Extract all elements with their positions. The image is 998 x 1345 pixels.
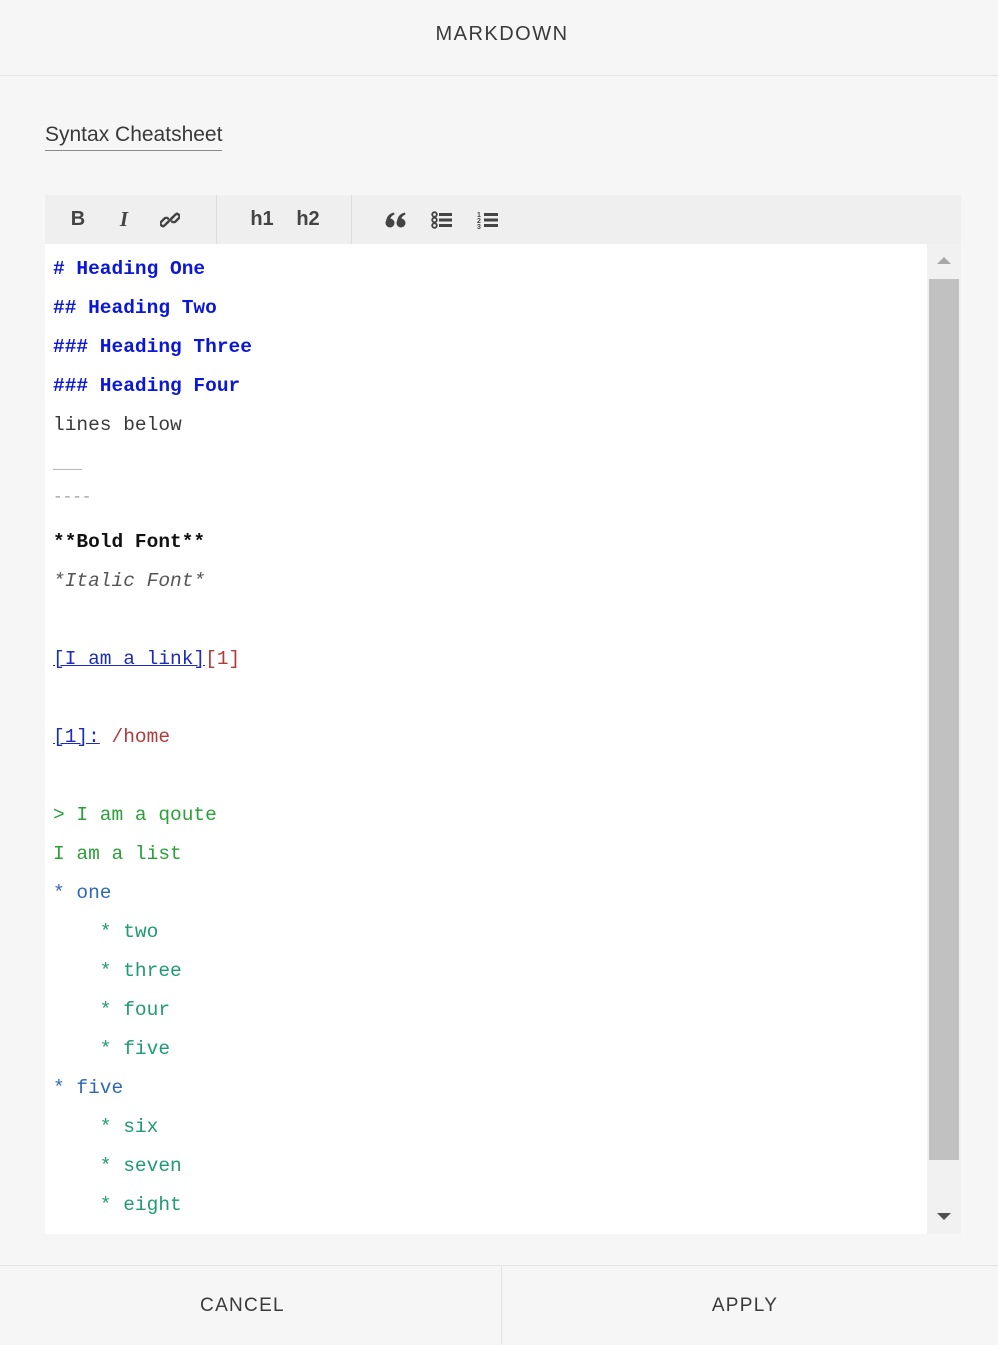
code-line-heading-three: ### Heading Three (53, 336, 252, 358)
code-line-link: [I am a link][1] (53, 640, 240, 679)
italic-button[interactable]: I (101, 195, 147, 244)
h2-button[interactable]: h2 (285, 195, 331, 244)
scroll-down-arrow-icon[interactable] (937, 1213, 951, 1220)
numbered-list-icon: 1 2 3 (477, 211, 499, 229)
code-line-list-two: * two (53, 921, 159, 943)
numbered-list-button[interactable]: 1 2 3 (465, 195, 511, 244)
code-line-hr-dashes: ---- (53, 488, 92, 506)
h1-button[interactable]: h1 (239, 195, 285, 244)
code-line-bold: **Bold Font** (53, 531, 206, 553)
code-line-list-one: * one (53, 882, 112, 904)
toolbar-group-format: B I (45, 195, 217, 244)
scroll-up-arrow-icon[interactable] (937, 257, 951, 264)
italic-icon: I (119, 207, 129, 231)
dialog-footer: CANCEL APPLY (0, 1265, 998, 1345)
reference-label: [1]: (53, 726, 100, 748)
code-line-list-eight: * eight (53, 1194, 182, 1216)
link-icon (160, 210, 180, 230)
quote-button[interactable] (373, 195, 419, 244)
dialog-title: MARKDOWN (435, 23, 569, 45)
code-line-list-five: * five (53, 1077, 124, 1099)
code-line-list-seven: * seven (53, 1155, 182, 1177)
code-line-list-intro: I am a list (53, 843, 182, 865)
toolbar-group-headings: h1 h2 (217, 195, 352, 244)
link-reference: [1] (205, 648, 241, 670)
dialog-header: MARKDOWN (0, 0, 998, 76)
reference-url: /home (111, 726, 171, 748)
code-line-heading-four: ### Heading Four (53, 375, 241, 397)
h1-icon: h1 (250, 208, 274, 230)
code-line-list-five-nested: * five (53, 1038, 171, 1060)
syntax-cheatsheet-link[interactable]: Syntax Cheatsheet (45, 122, 223, 151)
apply-button[interactable]: APPLY (502, 1266, 998, 1345)
markdown-editor: B I h1 h2 1 2 3 # Heading One ## Heading… (45, 195, 961, 1234)
cancel-button[interactable]: CANCEL (0, 1266, 502, 1345)
editor-scrollbar[interactable] (927, 244, 961, 1234)
toolbar-group-blocks: 1 2 3 (352, 195, 511, 244)
code-line-heading-two: ## Heading Two (53, 297, 217, 319)
quote-icon (385, 212, 407, 228)
code-line-italic: *Italic Font* (53, 570, 206, 592)
bulleted-list-button[interactable] (419, 195, 465, 244)
markdown-textarea[interactable]: # Heading One ## Heading Two ### Heading… (45, 244, 927, 1234)
editor-toolbar: B I h1 h2 1 2 3 (45, 195, 961, 244)
code-line-link-definition: [1]: /home (53, 718, 170, 757)
code-line-lines-below: lines below (53, 414, 182, 436)
code-line-list-three: * three (53, 960, 182, 982)
bulleted-list-icon (431, 210, 453, 229)
code-line-list-four: * four (53, 999, 171, 1021)
h2-icon: h2 (296, 208, 320, 230)
bold-icon: B (70, 208, 86, 230)
link-text: [I am a link] (53, 648, 206, 670)
svg-text:3: 3 (477, 224, 481, 229)
scrollbar-thumb[interactable] (929, 279, 959, 1160)
bold-button[interactable]: B (55, 195, 101, 244)
code-line-quote: > I am a qoute (53, 804, 217, 826)
link-button[interactable] (147, 195, 193, 244)
code-line-list-six: * six (53, 1116, 159, 1138)
code-line-heading-one: # Heading One (53, 258, 206, 280)
